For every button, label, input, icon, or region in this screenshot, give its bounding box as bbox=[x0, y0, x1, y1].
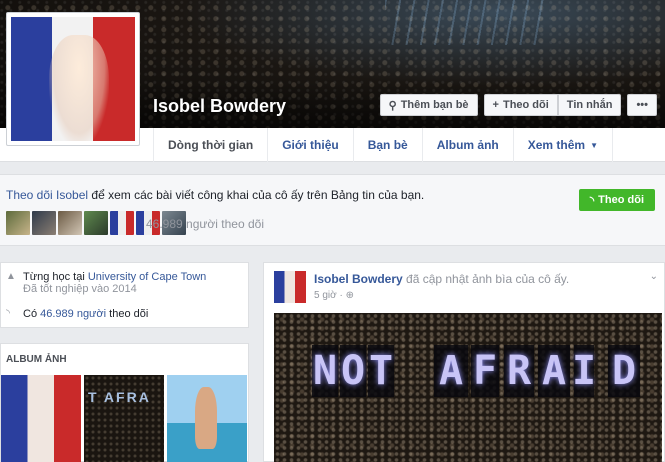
sign-letter: N bbox=[312, 345, 338, 397]
more-button[interactable]: ••• bbox=[627, 94, 657, 116]
follow-green-button[interactable]: ◝ Theo dõi bbox=[578, 189, 655, 211]
sign-letter: A bbox=[434, 345, 468, 397]
intro-card: ▲ Từng học tại University of Cape Town Đ… bbox=[0, 262, 249, 328]
sign-letter: O bbox=[340, 345, 366, 397]
follow-link[interactable]: Theo dõi Isobel bbox=[6, 188, 88, 202]
french-flag-photo bbox=[11, 17, 135, 141]
sign-letter: R bbox=[504, 345, 534, 397]
sign-letter: F bbox=[471, 345, 499, 397]
album-grid: T AFRA bbox=[1, 375, 247, 462]
album-photo[interactable] bbox=[167, 375, 247, 462]
follow-prompt-text: Theo dõi Isobel để xem các bài viết công… bbox=[6, 188, 425, 202]
tab-photos[interactable]: Album ảnh bbox=[423, 128, 514, 162]
education-row: ▲ Từng học tại University of Cape Town Đ… bbox=[6, 271, 207, 295]
plus-icon: + bbox=[492, 99, 499, 111]
school-link[interactable]: University of Cape Town bbox=[88, 271, 206, 283]
album-photo[interactable]: T AFRA bbox=[84, 375, 164, 462]
follower-avatar[interactable] bbox=[110, 211, 134, 235]
post-author-avatar[interactable] bbox=[274, 271, 306, 303]
post-image[interactable]: N O T A F R A I D bbox=[274, 313, 662, 462]
post-header: Isobel Bowdery đã cập nhật ảnh bìa của c… bbox=[314, 272, 570, 286]
album-photo[interactable] bbox=[1, 375, 81, 462]
sign-letter: A bbox=[538, 345, 570, 397]
follower-avatar[interactable] bbox=[58, 211, 82, 235]
follow-button[interactable]: + Theo dõi bbox=[483, 94, 558, 116]
followers-count[interactable]: 46.989 người theo dõi bbox=[146, 217, 264, 231]
post-meta: 5 giờ · ⊕ bbox=[314, 290, 354, 301]
profile-name[interactable]: Isobel Bowdery bbox=[153, 96, 286, 117]
add-friend-button[interactable]: ⚲ Thêm bạn bè bbox=[379, 94, 478, 116]
stage-lights bbox=[385, 0, 545, 45]
timeline-post: Isobel Bowdery đã cập nhật ảnh bìa của c… bbox=[263, 262, 665, 462]
chevron-down-icon[interactable]: ⌄ bbox=[650, 271, 658, 282]
more-dots-icon: ••• bbox=[636, 99, 648, 111]
caret-down-icon: ▼ bbox=[590, 140, 599, 150]
follower-avatar[interactable] bbox=[6, 211, 30, 235]
graduation-info: Đã tốt nghiệp vào 2014 bbox=[23, 283, 137, 295]
message-button[interactable]: Tin nhắn bbox=[557, 94, 622, 116]
tab-about[interactable]: Giới thiệu bbox=[268, 128, 354, 162]
add-friend-icon: ⚲ bbox=[388, 99, 397, 112]
follow-prompt: Theo dõi Isobel để xem các bài viết công… bbox=[0, 174, 665, 246]
follower-avatar[interactable] bbox=[84, 211, 108, 235]
post-timestamp[interactable]: 5 giờ bbox=[314, 290, 337, 301]
sign-letter: D bbox=[608, 345, 640, 397]
rss-icon: ◝ bbox=[589, 194, 595, 207]
rss-icon: ◝ bbox=[6, 308, 10, 319]
cover-actions: ⚲ Thêm bạn bè + Theo dõi Tin nhắn ••• bbox=[379, 94, 657, 116]
album-card: ALBUM ẢNH T AFRA bbox=[0, 343, 249, 462]
school-icon: ▲ bbox=[6, 271, 16, 282]
album-title[interactable]: ALBUM ẢNH bbox=[6, 354, 67, 365]
sign-letter: T bbox=[368, 345, 394, 397]
followers-row: ◝ Có 46.989 người theo dõi bbox=[6, 308, 149, 320]
profile-picture[interactable] bbox=[6, 12, 140, 146]
followers-link[interactable]: 46.989 người bbox=[40, 308, 106, 320]
tab-more[interactable]: Xem thêm ▼ bbox=[514, 128, 614, 162]
tab-friends[interactable]: Bạn bè bbox=[354, 128, 423, 162]
post-author-link[interactable]: Isobel Bowdery bbox=[314, 272, 403, 286]
sign-letter: I bbox=[572, 345, 596, 397]
globe-icon[interactable]: ⊕ bbox=[346, 290, 354, 301]
follower-avatar[interactable] bbox=[32, 211, 56, 235]
tab-timeline[interactable]: Dòng thời gian bbox=[153, 128, 269, 162]
